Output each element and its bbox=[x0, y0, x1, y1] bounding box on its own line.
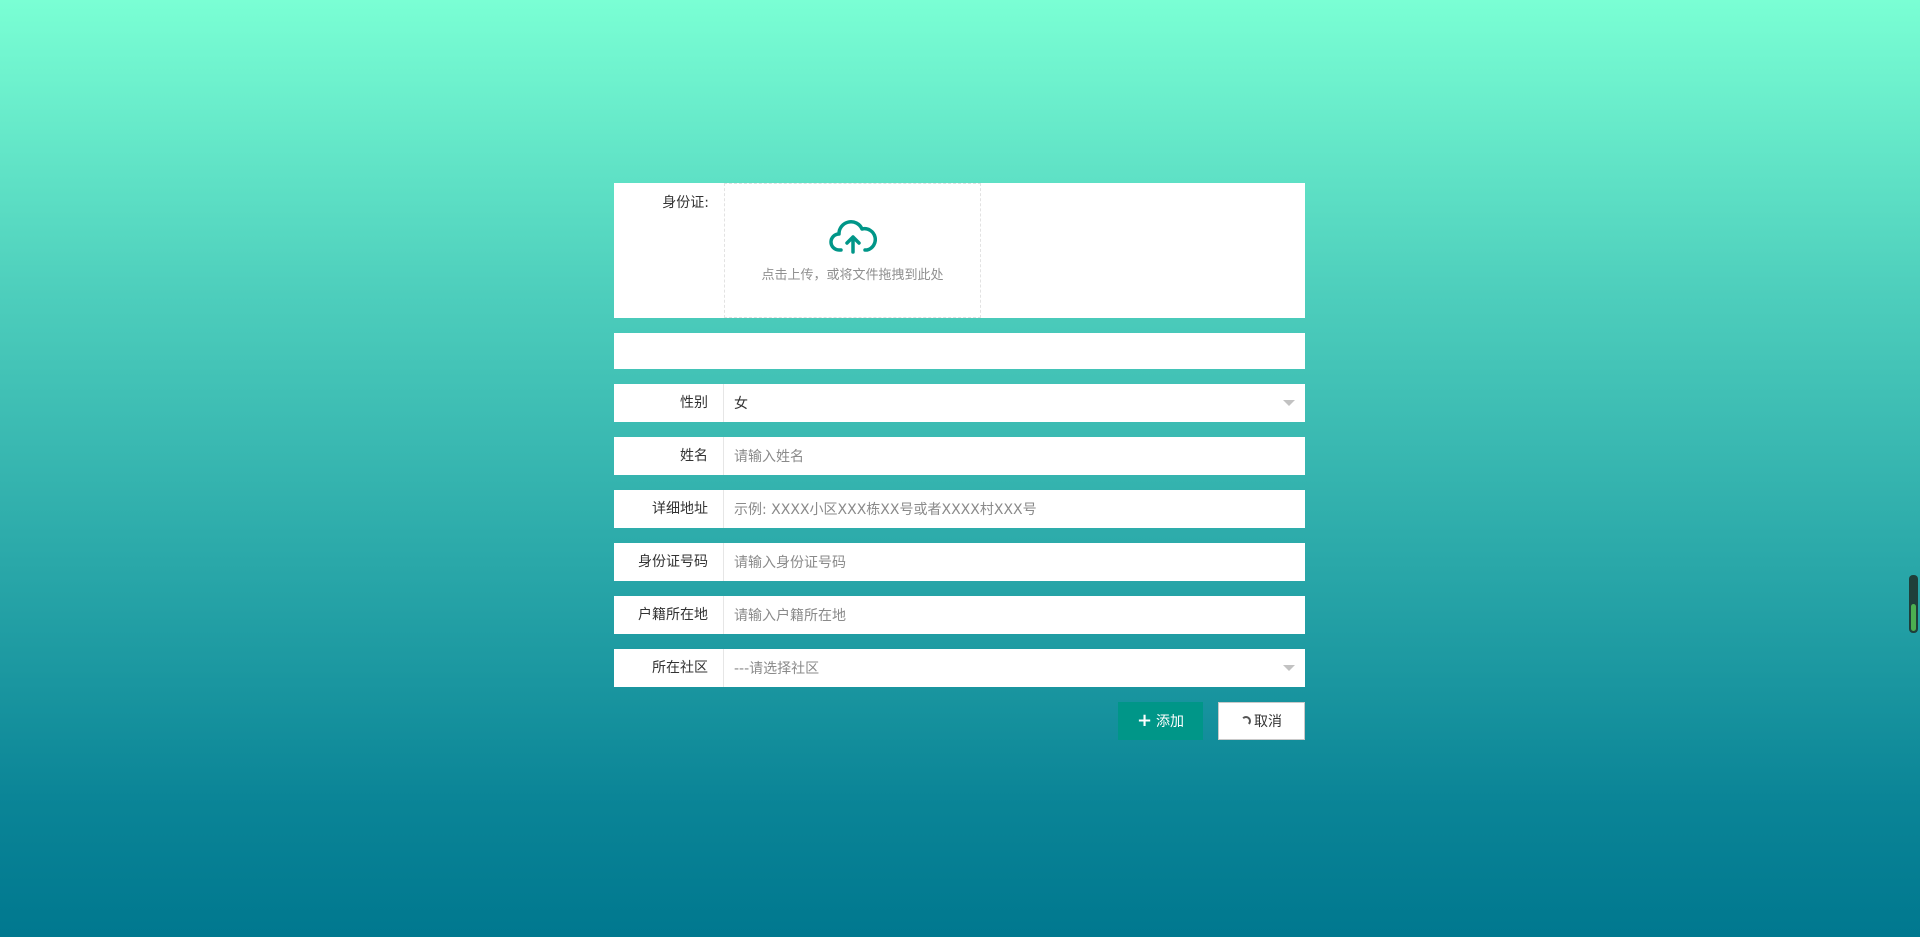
community-placeholder: ---请选择社区 bbox=[734, 661, 820, 677]
gender-selected-value: 女 bbox=[734, 396, 748, 412]
scroll-widget-fill bbox=[1911, 604, 1916, 631]
dropdown-arrow-icon bbox=[1283, 400, 1295, 406]
upload-hint: 点击上传，或将文件拖拽到此处 bbox=[761, 268, 944, 283]
refresh-icon bbox=[1241, 716, 1251, 726]
name-row: 姓名 请输入姓名 bbox=[614, 437, 1305, 475]
id-card-upload-row: 身份证: 点击上传，或将文件拖拽到此处 bbox=[614, 183, 1305, 318]
gender-label: 性别 bbox=[614, 384, 724, 422]
blank-field-row[interactable] bbox=[614, 333, 1305, 369]
household-input[interactable]: 请输入户籍所在地 bbox=[724, 596, 1305, 634]
community-select[interactable]: ---请选择社区 bbox=[724, 649, 1305, 687]
form-actions: + 添加 取消 bbox=[614, 702, 1305, 740]
id-number-placeholder: 请输入身份证号码 bbox=[734, 555, 846, 571]
add-button[interactable]: + 添加 bbox=[1118, 702, 1203, 740]
id-number-row: 身份证号码 请输入身份证号码 bbox=[614, 543, 1305, 581]
add-button-label: 添加 bbox=[1156, 714, 1185, 730]
name-input[interactable]: 请输入姓名 bbox=[724, 437, 1305, 475]
dropdown-arrow-icon bbox=[1283, 665, 1295, 671]
plus-icon: + bbox=[1136, 710, 1153, 731]
name-placeholder: 请输入姓名 bbox=[734, 449, 804, 465]
id-card-label: 身份证: bbox=[662, 195, 709, 211]
address-placeholder: 示例: XXXX小区XXX栋XX号或者XXXX村XXX号 bbox=[734, 502, 1037, 518]
cloud-upload-icon bbox=[828, 220, 877, 254]
gender-select[interactable]: 女 bbox=[724, 384, 1305, 422]
community-label: 所在社区 bbox=[614, 649, 724, 687]
id-number-label: 身份证号码 bbox=[614, 543, 724, 581]
cancel-button[interactable]: 取消 bbox=[1218, 702, 1305, 740]
gender-row: 性别 女 bbox=[614, 384, 1305, 422]
address-input[interactable]: 示例: XXXX小区XXX栋XX号或者XXXX村XXX号 bbox=[724, 490, 1305, 528]
person-form: 身份证: 点击上传，或将文件拖拽到此处 性别 女 姓名 请输入姓名 详细地址 示… bbox=[614, 183, 1305, 740]
community-row: 所在社区 ---请选择社区 bbox=[614, 649, 1305, 687]
name-label: 姓名 bbox=[614, 437, 724, 475]
cancel-button-label: 取消 bbox=[1254, 714, 1282, 730]
household-row: 户籍所在地 请输入户籍所在地 bbox=[614, 596, 1305, 634]
id-number-input[interactable]: 请输入身份证号码 bbox=[724, 543, 1305, 581]
address-row: 详细地址 示例: XXXX小区XXX栋XX号或者XXXX村XXX号 bbox=[614, 490, 1305, 528]
address-label: 详细地址 bbox=[614, 490, 724, 528]
household-placeholder: 请输入户籍所在地 bbox=[734, 608, 846, 624]
household-label: 户籍所在地 bbox=[614, 596, 724, 634]
id-card-dropzone[interactable]: 点击上传，或将文件拖拽到此处 bbox=[724, 183, 981, 318]
side-scroll-widget[interactable] bbox=[1909, 575, 1918, 633]
